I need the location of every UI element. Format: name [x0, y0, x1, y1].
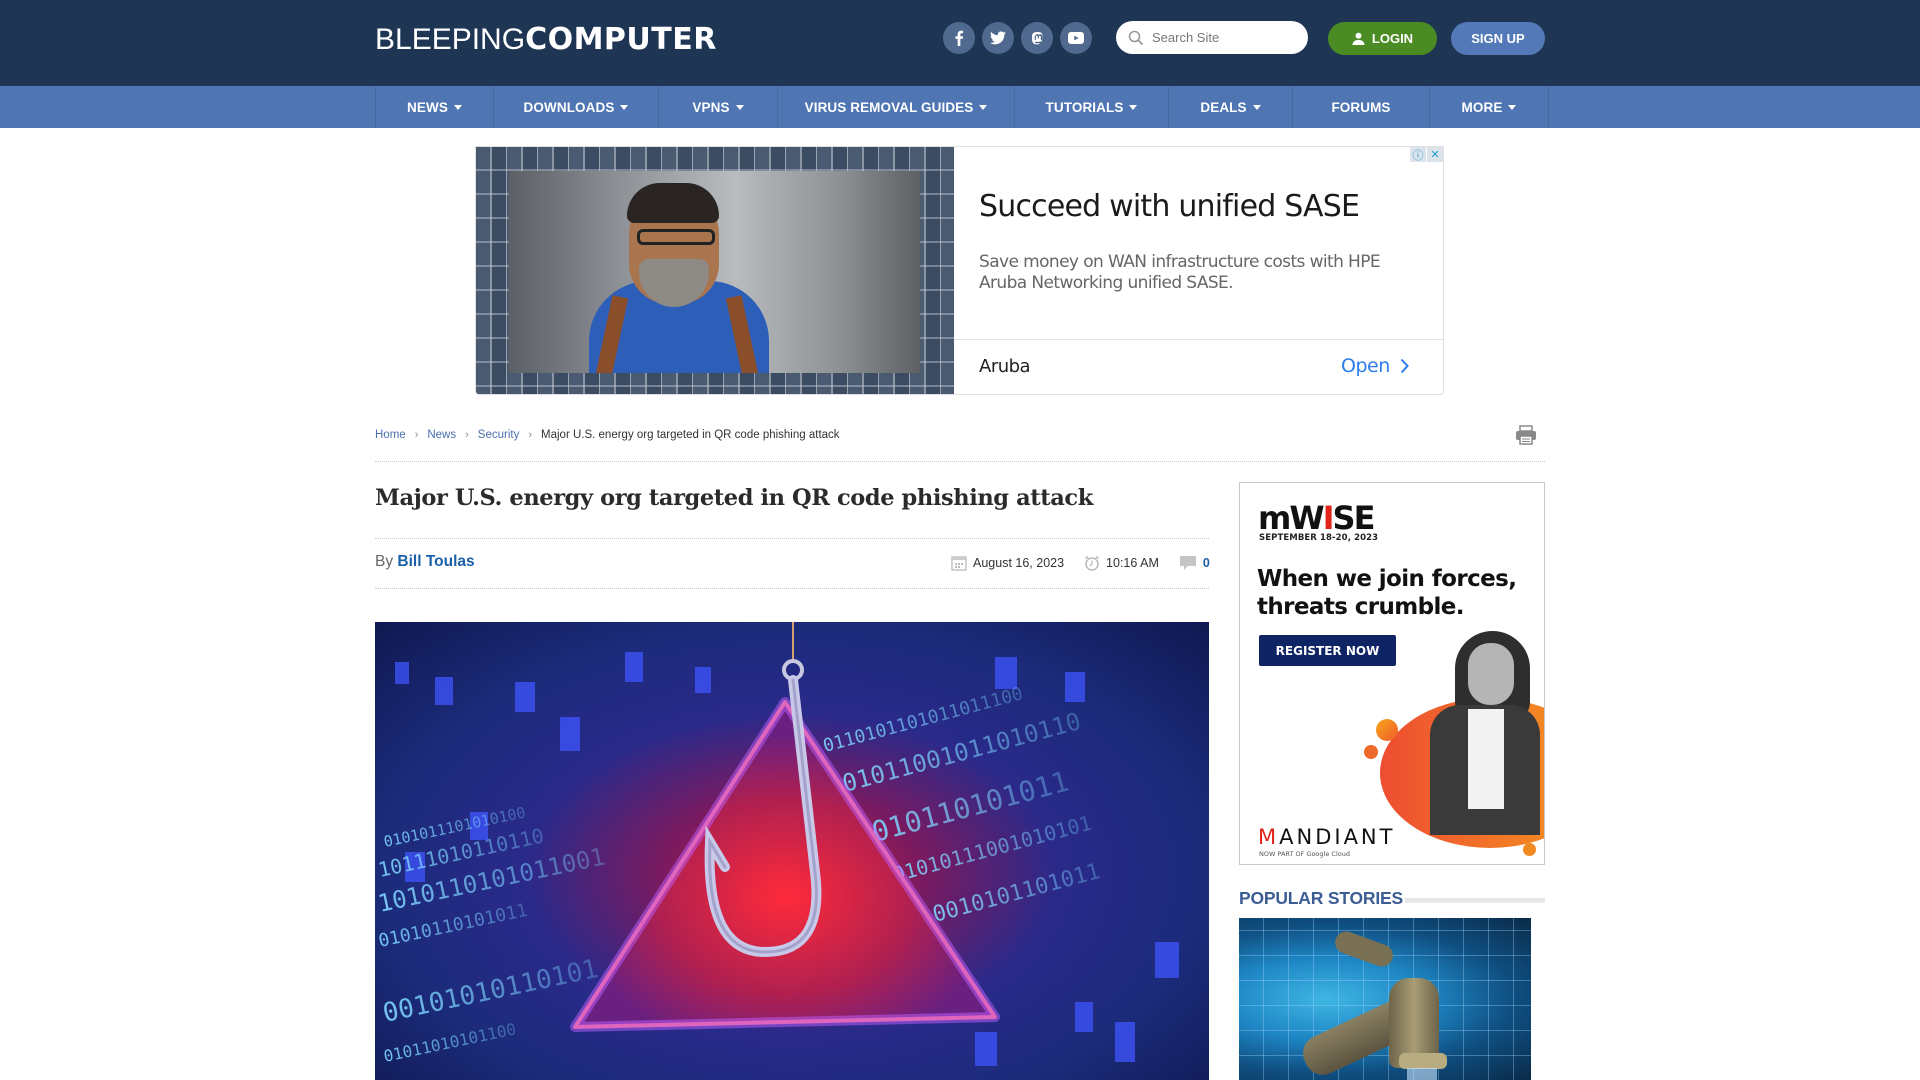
twitter-link[interactable] [982, 22, 1014, 54]
search-box[interactable] [1116, 21, 1308, 54]
print-button[interactable] [1515, 425, 1537, 450]
ad-open-label: Open [1341, 355, 1390, 377]
comments-count[interactable]: 0 [1179, 555, 1210, 571]
nav-item-label: DOWNLOADS [523, 99, 615, 115]
mwise-logo: mWISE [1258, 499, 1375, 537]
breadcrumb-news[interactable]: News [427, 429, 456, 441]
printer-icon [1516, 425, 1536, 445]
title-divider [375, 538, 1209, 539]
breadcrumb-separator: › [414, 429, 419, 441]
event-date: SEPTEMBER 18-20, 2023 [1259, 533, 1379, 543]
caret-down-icon [453, 104, 462, 110]
facebook-link[interactable] [943, 22, 975, 54]
nav-item-deals[interactable]: DEALS [1169, 86, 1293, 128]
byline: By Bill Toulas [375, 553, 475, 571]
caret-down-icon [1129, 104, 1138, 110]
by-label: By [375, 553, 394, 570]
ad-headline[interactable]: Succeed with unified SASE [979, 189, 1360, 224]
nav-item-label: MORE [1461, 99, 1503, 115]
sidebar-ad-headline: When we join forces, threats crumble. [1257, 566, 1517, 620]
twitter-icon [990, 31, 1006, 45]
popular-stories-rule [1405, 898, 1545, 903]
breadcrumb-current: Major U.S. energy org targeted in QR cod… [541, 429, 840, 441]
signup-label: SIGN UP [1471, 31, 1525, 46]
mastodon-link[interactable] [1021, 22, 1053, 54]
clock-icon [1085, 555, 1100, 571]
article-meta: August 16, 2023 10:16 AM 0 [951, 555, 1210, 571]
ad-close-icon[interactable]: ✕ [1427, 147, 1443, 162]
mastodon-icon [1031, 31, 1042, 44]
svg-text:00101010110101: 00101010110101 [380, 954, 601, 1029]
phishing-hook-illustration: 0101011101010100 10111010110110 10101101… [375, 622, 1179, 1066]
calendar-icon [951, 556, 967, 571]
user-icon [1352, 32, 1365, 45]
publish-time: 10:16 AM [1084, 555, 1159, 571]
breadcrumb-security[interactable]: Security [478, 429, 520, 441]
chevron-right-icon [1400, 358, 1409, 374]
mandiant-logo: MANDIANT [1258, 825, 1396, 849]
breadcrumb-home[interactable]: Home [375, 429, 406, 441]
youtube-link[interactable] [1060, 22, 1092, 54]
facebook-icon [955, 30, 964, 46]
nav-item-label: VIRUS REMOVAL GUIDES [804, 99, 974, 115]
breadcrumb: Home › News › Security › Major U.S. ener… [375, 429, 840, 441]
youtube-icon [1068, 32, 1084, 44]
login-button[interactable]: LOGIN [1328, 22, 1437, 55]
article-title: Major U.S. energy org targeted in QR cod… [375, 485, 1093, 511]
breadcrumb-separator: › [465, 429, 469, 441]
nav-item-virus-removal-guides[interactable]: VIRUS REMOVAL GUIDES [778, 86, 1015, 128]
nav-item-forums[interactable]: FORUMS [1293, 86, 1430, 128]
signup-button[interactable]: SIGN UP [1451, 22, 1545, 55]
popular-stories-heading: POPULAR STORIES [1239, 888, 1403, 908]
ad-choices: ⓘ ✕ [1410, 147, 1443, 162]
breadcrumb-separator: › [528, 429, 533, 441]
caret-down-icon [979, 104, 988, 110]
site-header: BLEEPINGCOMPUTER LOGIN SIGN UP [0, 0, 1920, 86]
ad-advertiser: Aruba [979, 356, 1031, 377]
login-label: LOGIN [1371, 31, 1414, 46]
caret-down-icon [735, 104, 744, 110]
nav-item-downloads[interactable]: DOWNLOADS [494, 86, 659, 128]
social-links [943, 22, 1092, 54]
logo-bold-text: COMPUTER [525, 22, 717, 57]
caret-down-icon [620, 104, 629, 110]
comments-count-text[interactable]: 0 [1203, 556, 1210, 570]
author-link[interactable]: Bill Toulas [397, 553, 474, 570]
meta-divider [375, 588, 1209, 589]
top-banner-ad[interactable]: Succeed with unified SASE Save money on … [475, 146, 1444, 395]
ad-divider [954, 339, 1443, 340]
register-now-button[interactable]: REGISTER NOW [1259, 635, 1396, 666]
google-cloud-tag: NOW PART OF Google Cloud [1259, 850, 1350, 858]
caret-down-icon [1252, 104, 1261, 110]
nav-menu: NEWS DOWNLOADS VPNS VIRUS REMOVAL GUIDES TUT… [375, 86, 1549, 128]
caret-down-icon [1508, 104, 1517, 110]
nav-item-label: NEWS [407, 99, 448, 115]
nav-item-label: VPNS [692, 99, 730, 115]
ad-info-icon[interactable]: ⓘ [1410, 147, 1426, 162]
ad-photo [509, 171, 920, 373]
sidebar-ad[interactable]: mWISE SEPTEMBER 18-20, 2023 When we join… [1239, 482, 1545, 865]
ad-open-button[interactable]: Open [1341, 355, 1409, 377]
search-icon [1128, 30, 1144, 45]
nav-item-vpns[interactable]: VPNS [659, 86, 778, 128]
breadcrumb-divider [375, 461, 1545, 462]
comment-icon [1179, 556, 1196, 570]
logo-light-text: BLEEPING [375, 23, 526, 56]
nav-item-label: FORUMS [1331, 99, 1391, 115]
search-input[interactable] [1152, 30, 1292, 45]
nav-item-tutorials[interactable]: TUTORIALS [1015, 86, 1169, 128]
ad-description: Save money on WAN infrastructure costs w… [979, 252, 1381, 293]
nav-item-label: TUTORIALS [1045, 99, 1124, 115]
time-text: 10:16 AM [1106, 556, 1159, 570]
date-text: August 16, 2023 [973, 556, 1065, 570]
article-hero-image: 0101011101010100 10111010110110 10101101… [375, 622, 1209, 1080]
nav-item-more[interactable]: MORE [1430, 86, 1549, 128]
svg-text:01011010101100: 01011010101100 [382, 1019, 518, 1066]
popular-story-image[interactable] [1239, 918, 1531, 1080]
publish-date: August 16, 2023 [951, 555, 1064, 571]
nav-item-news[interactable]: NEWS [376, 86, 494, 128]
main-nav: NEWS DOWNLOADS VPNS VIRUS REMOVAL GUIDES TUT… [0, 86, 1920, 128]
nav-item-label: DEALS [1200, 99, 1247, 115]
site-logo[interactable]: BLEEPINGCOMPUTER [375, 22, 717, 57]
